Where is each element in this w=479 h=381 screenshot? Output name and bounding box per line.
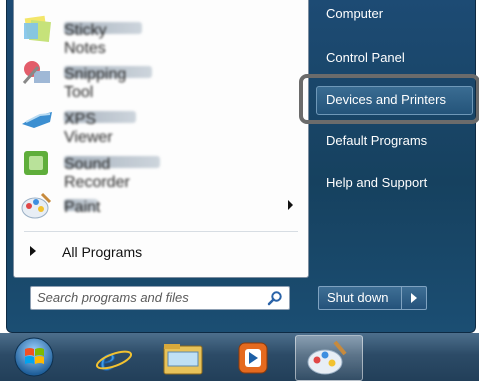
submenu-arrow-icon[interactable]	[288, 200, 293, 210]
right-item-control-panel[interactable]: Control Panel	[326, 50, 405, 65]
triangle-right-icon	[30, 246, 36, 256]
program-item-paint[interactable]: Paint	[14, 185, 308, 227]
program-label: Paint	[64, 199, 101, 216]
shut-down-button[interactable]: Shut down	[318, 286, 402, 310]
snipping-tool-icon	[22, 61, 50, 84]
program-label: Sound Recorder	[64, 156, 160, 191]
right-item-computer[interactable]: Computer	[326, 6, 383, 21]
program-item-green-app[interactable]: Sound Recorder	[14, 142, 308, 191]
programs-panel: Sticky Notes Snipping Tool XPS Viewer So…	[13, 0, 309, 278]
all-programs-label: All Programs	[62, 244, 143, 260]
divider	[24, 231, 298, 232]
all-programs-button[interactable]: All Programs	[14, 238, 308, 266]
paint-icon[interactable]	[305, 338, 351, 378]
program-item-sticky-notes[interactable]: Sticky Notes	[14, 8, 308, 57]
search-input[interactable]	[37, 289, 257, 306]
start-orb-icon[interactable]	[12, 336, 56, 378]
right-item-default-programs[interactable]: Default Programs	[326, 133, 427, 148]
program-label: XPS Viewer	[64, 111, 136, 146]
search-box[interactable]	[30, 286, 290, 310]
internet-explorer-icon[interactable]: e	[92, 340, 132, 376]
program-item-xps-viewer[interactable]: XPS Viewer	[14, 97, 308, 146]
callout-highlight-frame	[299, 74, 479, 124]
program-item-snipping-tool[interactable]: Snipping Tool	[14, 52, 308, 101]
program-label: Sticky Notes	[64, 22, 142, 57]
paint-icon	[21, 192, 52, 219]
media-player-icon[interactable]	[233, 339, 273, 377]
shutdown-options-arrow-icon[interactable]	[401, 286, 427, 310]
xps-viewer-icon	[22, 112, 52, 128]
search-icon[interactable]	[267, 290, 283, 306]
sticky-notes-icon	[24, 15, 51, 42]
shut-down-label: Shut down	[327, 290, 389, 305]
windows-explorer-icon[interactable]	[160, 340, 206, 376]
green-app-icon	[24, 151, 48, 175]
right-item-help-and-support[interactable]: Help and Support	[326, 175, 427, 190]
program-label: Snipping Tool	[64, 66, 152, 101]
